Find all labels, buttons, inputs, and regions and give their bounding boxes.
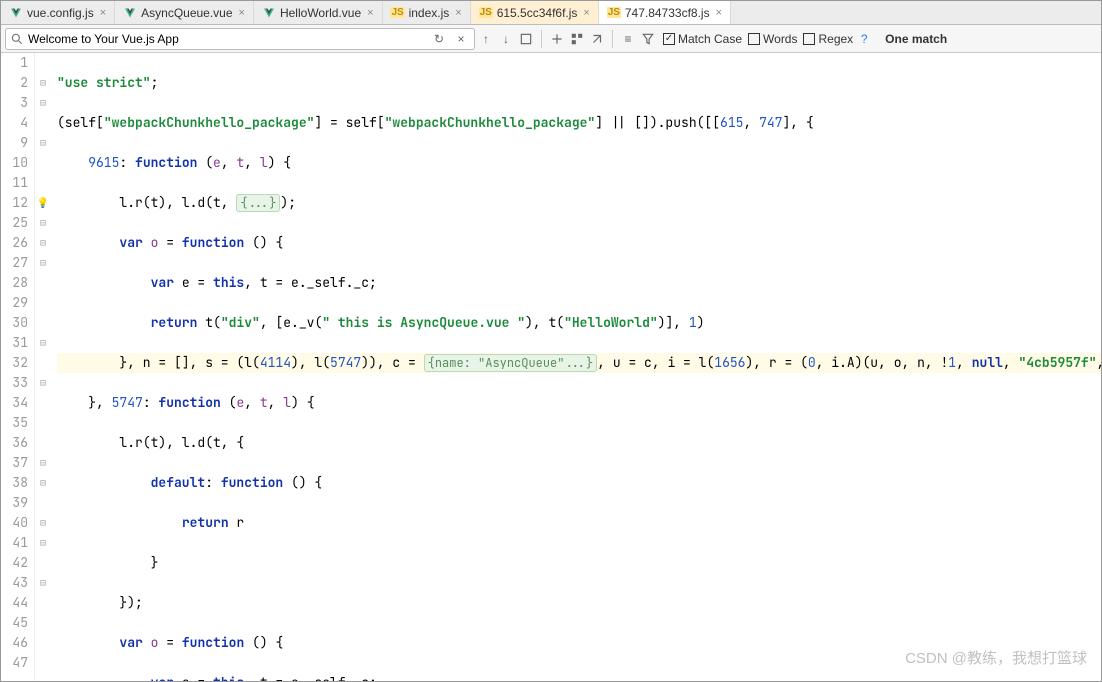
tab-helloworld[interactable]: HelloWorld.vue ×	[254, 1, 383, 24]
close-icon[interactable]: ×	[455, 7, 461, 19]
vue-icon	[9, 6, 23, 20]
tab-label: 747.84733cf8.js	[625, 6, 710, 20]
tab-asyncqueue[interactable]: AsyncQueue.vue ×	[115, 1, 254, 24]
export-icon[interactable]	[588, 30, 606, 48]
match-case-check[interactable]: ✓Match Case	[663, 32, 742, 46]
words-check[interactable]: Words	[748, 32, 797, 46]
editor-tabs: vue.config.js × AsyncQueue.vue × HelloWo…	[1, 1, 1101, 25]
help-icon[interactable]: ?	[855, 30, 873, 48]
js-icon	[607, 6, 621, 20]
search-icon	[10, 32, 24, 46]
select-all-icon[interactable]	[568, 30, 586, 48]
tab-615[interactable]: 615.5cc34f6f.js ×	[471, 1, 599, 24]
clear-icon[interactable]: ×	[452, 30, 470, 48]
expand-icon[interactable]	[517, 30, 535, 48]
add-selection-icon[interactable]	[548, 30, 566, 48]
tab-label: AsyncQueue.vue	[141, 6, 232, 20]
search-bar: ↻ × ↑ ↓ ≡ ✓Match Case Words Regex ? One …	[1, 25, 1101, 53]
tab-label: vue.config.js	[27, 6, 94, 20]
close-icon[interactable]: ×	[367, 7, 373, 19]
separator-lines-icon[interactable]: ≡	[619, 30, 637, 48]
tab-label: HelloWorld.vue	[280, 6, 361, 20]
code-editor[interactable]: 1 2 3 4 9 10 11 12 25 26 27 28 29 30 31 …	[1, 53, 1101, 681]
close-icon[interactable]: ×	[583, 7, 589, 19]
next-match-icon[interactable]: ↓	[497, 30, 515, 48]
prev-match-icon[interactable]: ↑	[477, 30, 495, 48]
tab-label: index.js	[409, 6, 450, 20]
separator	[612, 30, 613, 48]
filter-icon[interactable]	[639, 30, 657, 48]
separator	[541, 30, 542, 48]
close-icon[interactable]: ×	[716, 7, 722, 19]
history-icon[interactable]: ↻	[430, 30, 448, 48]
match-count: One match	[885, 32, 947, 46]
js-icon	[391, 6, 405, 20]
fold-gutter[interactable]: ⊟⊟⊟💡⊟⊟⊟⊟⊟⊟⊟⊟⊟⊟	[35, 53, 51, 681]
close-icon[interactable]: ×	[100, 7, 106, 19]
close-icon[interactable]: ×	[239, 7, 245, 19]
tab-indexjs[interactable]: index.js ×	[383, 1, 471, 24]
tab-label: 615.5cc34f6f.js	[497, 6, 578, 20]
search-input-wrap[interactable]: ↻ ×	[5, 28, 475, 50]
tab-vue-config[interactable]: vue.config.js ×	[1, 1, 115, 24]
vue-icon	[262, 6, 276, 20]
tab-747[interactable]: 747.84733cf8.js ×	[599, 1, 731, 24]
code-area[interactable]: "use strict"; (self["webpackChunkhello_p…	[51, 53, 1101, 681]
search-input[interactable]	[28, 32, 426, 46]
regex-check[interactable]: Regex	[803, 32, 853, 46]
js-icon	[479, 6, 493, 20]
line-gutter: 1 2 3 4 9 10 11 12 25 26 27 28 29 30 31 …	[1, 53, 35, 681]
vue-icon	[123, 6, 137, 20]
